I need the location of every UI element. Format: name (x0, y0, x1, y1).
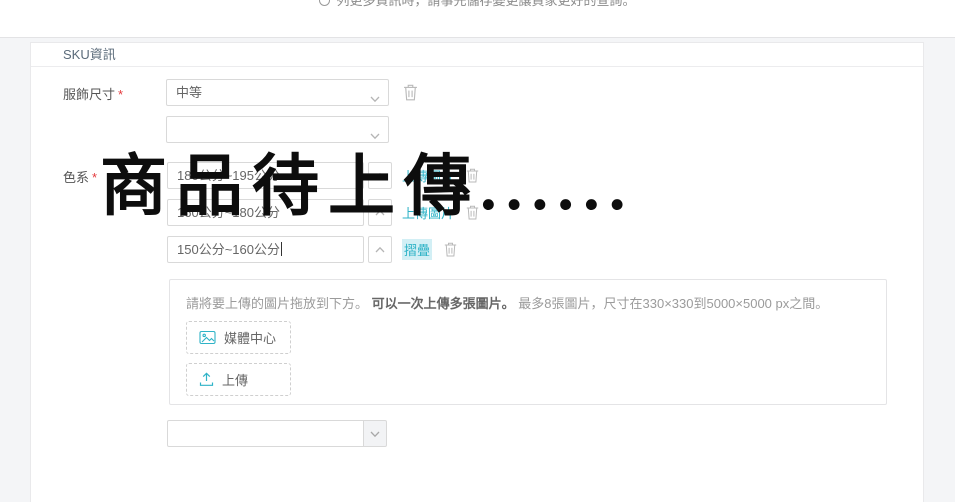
chevron-up-icon (375, 172, 385, 178)
required-asterisk: * (92, 170, 98, 185)
chevron-down-icon (370, 431, 380, 437)
chevron-down-icon (369, 88, 381, 105)
image-icon (199, 330, 216, 345)
media-center-button[interactable]: 媒體中心 (186, 321, 291, 354)
new-color-input[interactable] (167, 420, 364, 447)
color-delete-button[interactable] (466, 168, 479, 183)
collapse-toggle-button[interactable] (368, 162, 392, 189)
color-row: 160公分~180公分 上傳圖片 (167, 199, 479, 226)
section-title: SKU資訊 (31, 43, 923, 67)
upload-instruction: 請將要上傳的圖片拖放到下方。 可以一次上傳多張圖片。 最多8張圖片，尺寸在330… (186, 296, 829, 311)
size-field-label: 服飾尺寸 * (63, 87, 124, 102)
size-select-secondary[interactable] (166, 116, 389, 143)
upload-icon (199, 372, 214, 386)
color-delete-button[interactable] (444, 242, 457, 257)
new-color-combobox (167, 420, 387, 447)
notice-text: 列更多資訊時，請事先儲存變更讓買家更好的查詢。 (336, 0, 636, 8)
sku-info-card: SKU資訊 服飾尺寸 * 中等 色系 * 180公分~195公分 上傳圖片 16… (30, 42, 924, 502)
color-value-input[interactable]: 180公分~195公分 (167, 162, 364, 189)
upload-image-link[interactable]: 上傳圖片 (402, 203, 454, 222)
chevron-up-icon (375, 209, 385, 215)
image-upload-panel: 請將要上傳的圖片拖放到下方。 可以一次上傳多張圖片。 最多8張圖片，尺寸在330… (169, 279, 887, 405)
info-circle-icon (319, 0, 331, 6)
color-value-input[interactable]: 150公分~160公分 (167, 236, 364, 263)
color-row: 150公分~160公分 摺疊 (167, 236, 479, 263)
color-delete-button[interactable] (466, 205, 479, 220)
collapse-toggle-button[interactable] (368, 199, 392, 226)
upload-button[interactable]: 上傳 (186, 363, 291, 396)
color-field-label: 色系 * (63, 170, 98, 185)
collapse-toggle-button[interactable] (368, 236, 392, 263)
chevron-down-icon (369, 125, 381, 142)
size-select[interactable]: 中等 (166, 79, 389, 106)
color-row: 180公分~195公分 上傳圖片 (167, 162, 479, 189)
size-delete-button[interactable] (403, 84, 418, 104)
chevron-up-icon (375, 246, 385, 252)
upload-image-link[interactable]: 上傳圖片 (402, 166, 454, 185)
color-rows: 180公分~195公分 上傳圖片 160公分~180公分 上傳圖片 150公分~… (167, 162, 479, 273)
dropdown-open-button[interactable] (363, 420, 387, 447)
text-cursor (280, 242, 282, 256)
collapse-link[interactable]: 摺疊 (402, 239, 433, 260)
color-value-input[interactable]: 160公分~180公分 (167, 199, 364, 226)
required-asterisk: * (118, 87, 124, 102)
top-notice-banner: 列更多資訊時，請事先儲存變更讓買家更好的查詢。 (0, 0, 955, 38)
